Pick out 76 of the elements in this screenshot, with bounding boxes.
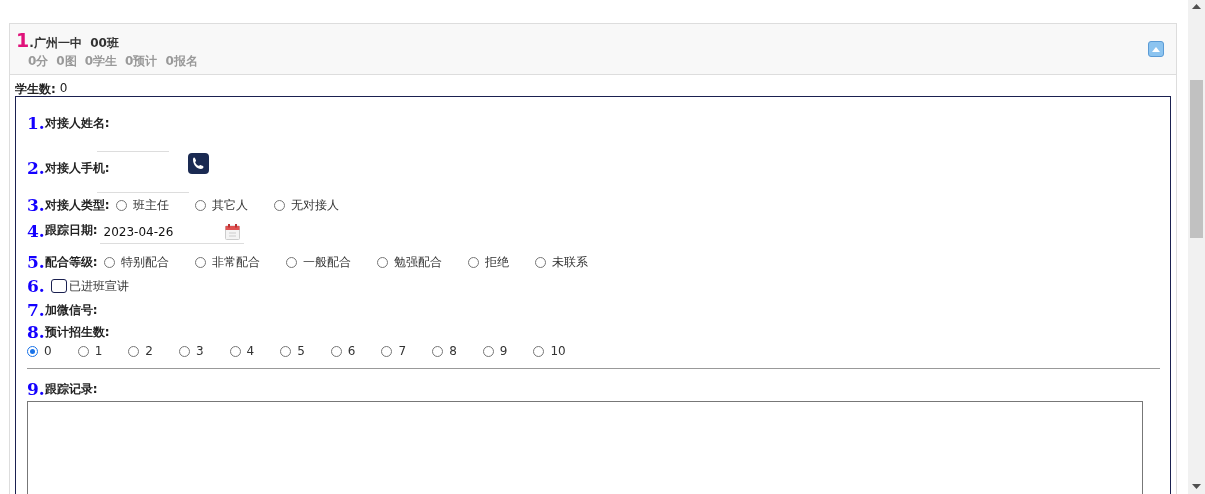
stat-label: 0报名 bbox=[165, 52, 198, 70]
option-label: 4 bbox=[246, 344, 255, 358]
option-label: 非常配合 bbox=[211, 253, 260, 271]
option-label: 2 bbox=[145, 344, 153, 358]
option-label: 一般配合 bbox=[302, 253, 351, 271]
option-label: 特别配合 bbox=[120, 253, 169, 271]
checkbox-label: 已进班宣讲 bbox=[68, 277, 129, 295]
option-label: 10 bbox=[550, 344, 566, 358]
radio-button[interactable] bbox=[280, 345, 292, 357]
field-label: 对接人手机: bbox=[44, 159, 110, 177]
field-number: 7. bbox=[27, 300, 45, 320]
option-label: 拒绝 bbox=[484, 253, 509, 271]
option-label: 9 bbox=[499, 344, 508, 358]
field-label: 配合等级: bbox=[44, 253, 98, 271]
option-label: 0 bbox=[44, 344, 52, 358]
option-label: 1 bbox=[94, 344, 103, 358]
field-number: 9. bbox=[27, 379, 45, 399]
radio-button[interactable] bbox=[376, 256, 388, 268]
radio-button[interactable] bbox=[103, 256, 115, 268]
radio-button[interactable] bbox=[128, 345, 140, 357]
field-label: 跟踪记录: bbox=[44, 380, 98, 398]
radio-button[interactable] bbox=[27, 345, 38, 357]
stat-label: 0预计 bbox=[125, 52, 158, 70]
field-number: 5. bbox=[27, 252, 45, 272]
radio-button[interactable] bbox=[77, 345, 89, 357]
collapse-button[interactable] bbox=[1148, 41, 1164, 57]
option-label: 无对接人 bbox=[290, 196, 339, 214]
date-field[interactable]: 2023-04-26 bbox=[99, 221, 244, 244]
stat-label: 0学生 bbox=[84, 52, 118, 70]
field-label: 跟踪日期: bbox=[44, 222, 98, 239]
option-label: 未联系 bbox=[551, 253, 588, 271]
radio-button[interactable] bbox=[229, 345, 241, 357]
calendar-icon[interactable] bbox=[224, 224, 240, 240]
radio-button[interactable] bbox=[534, 256, 546, 268]
option-label: 6 bbox=[347, 344, 356, 358]
radio-button[interactable] bbox=[432, 345, 444, 357]
radio-button[interactable] bbox=[467, 256, 479, 268]
option-label: 7 bbox=[398, 344, 407, 358]
field-label: 对接人姓名: bbox=[44, 114, 110, 132]
class-title: .广州一中 00班 bbox=[29, 35, 119, 50]
scroll-down-icon[interactable] bbox=[1192, 484, 1201, 490]
field-number: 3. bbox=[27, 195, 45, 215]
class-index: 1 bbox=[16, 28, 30, 51]
field-number: 6. bbox=[27, 276, 45, 296]
phone-icon[interactable] bbox=[187, 152, 209, 174]
radio-button[interactable] bbox=[115, 199, 127, 211]
radio-button[interactable] bbox=[273, 199, 285, 211]
student-count-label: 学生数: bbox=[15, 81, 56, 96]
field-number: 2. bbox=[27, 158, 45, 178]
field-number: 8. bbox=[27, 322, 45, 342]
radio-button[interactable] bbox=[194, 199, 206, 211]
option-label: 班主任 bbox=[132, 196, 169, 214]
radio-button[interactable] bbox=[178, 345, 190, 357]
scroll-up-icon[interactable] bbox=[1192, 4, 1201, 10]
stat-label: 0图 bbox=[56, 52, 77, 70]
radio-button[interactable] bbox=[533, 345, 545, 357]
field-label: 加微信号: bbox=[44, 301, 98, 319]
radio-button[interactable] bbox=[381, 345, 393, 357]
field-label: 预计招生数: bbox=[44, 323, 110, 341]
radio-button[interactable] bbox=[330, 345, 342, 357]
scrollbar-thumb[interactable] bbox=[1190, 80, 1203, 238]
field-label: 对接人类型: bbox=[44, 196, 110, 214]
option-label: 5 bbox=[297, 344, 305, 358]
radio-button[interactable] bbox=[285, 256, 297, 268]
caret-up-icon bbox=[1152, 46, 1160, 52]
checkbox[interactable] bbox=[50, 279, 67, 293]
option-label: 8 bbox=[449, 344, 457, 358]
stat-label: 0分 bbox=[28, 52, 49, 70]
option-label: 其它人 bbox=[211, 196, 248, 214]
option-label: 3 bbox=[195, 344, 204, 358]
radio-button[interactable] bbox=[194, 256, 206, 268]
option-label: 勉强配合 bbox=[393, 253, 442, 271]
field-number: 1. bbox=[27, 113, 45, 133]
radio-button[interactable] bbox=[482, 345, 494, 357]
field-number: 4. bbox=[27, 220, 45, 241]
student-count-value: 0 bbox=[59, 81, 68, 96]
